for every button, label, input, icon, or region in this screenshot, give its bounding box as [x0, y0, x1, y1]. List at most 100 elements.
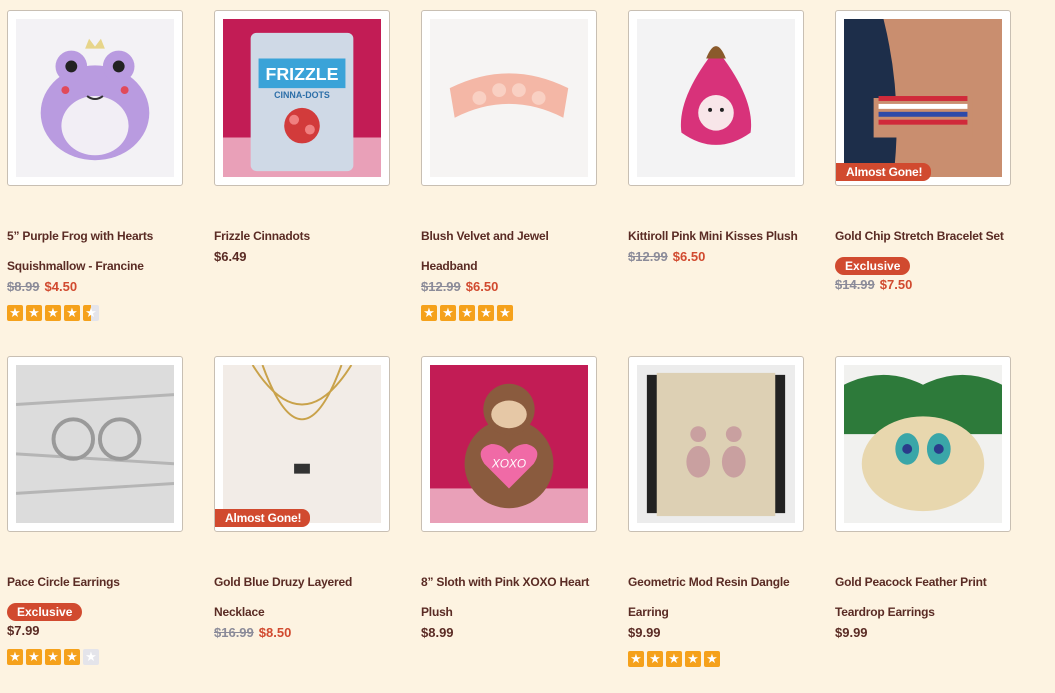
price: $9.99: [628, 625, 661, 640]
product-image: XOXO: [430, 365, 588, 523]
price-row: $7.99: [7, 623, 187, 639]
product-grid: 5” Purple Frog with Hearts Squishmallow …: [0, 0, 1055, 693]
product-image: [844, 365, 1002, 523]
product-card: Almost Gone! Gold Chip Stretch Bracelet …: [835, 10, 1015, 293]
product-title-line[interactable]: Teardrop Earrings: [835, 597, 1015, 627]
price: $6.49: [214, 249, 247, 264]
product-card: Geometric Mod Resin Dangle Earring $9.99…: [628, 356, 808, 667]
price-row: $8.99 $4.50: [7, 279, 187, 295]
empty-star-icon: ★: [83, 649, 99, 665]
star-icon: ★: [497, 305, 513, 321]
price: $7.99: [7, 623, 40, 638]
original-price: $8.99: [7, 279, 40, 294]
product-title-line[interactable]: Pace Circle Earrings: [7, 567, 187, 597]
price-row: $14.99 $7.50: [835, 277, 1015, 293]
product-image-link[interactable]: [835, 356, 1011, 532]
star-icon: ★: [45, 305, 61, 321]
product-card: Pace Circle Earrings Exclusive $7.99 ★ ★…: [7, 356, 187, 665]
product-image: [637, 19, 795, 177]
sale-price: $6.50: [465, 279, 499, 294]
sale-price: $7.50: [879, 277, 913, 292]
product-title-line[interactable]: Blush Velvet and Jewel: [421, 221, 601, 251]
product-title-line[interactable]: Headband: [421, 251, 601, 281]
price-row: $12.99 $6.50: [421, 279, 601, 295]
product-card: Gold Peacock Feather Print Teardrop Earr…: [835, 356, 1015, 641]
star-icon: ★: [685, 651, 701, 667]
star-rating: ★ ★ ★ ★ ★: [7, 649, 187, 665]
star-icon: ★: [628, 651, 644, 667]
price-row: $12.99 $6.50: [628, 249, 808, 265]
original-price: $14.99: [835, 277, 875, 292]
product-image-link[interactable]: [628, 10, 804, 186]
product-image-link[interactable]: Almost Gone!: [214, 356, 390, 532]
product-title-line[interactable]: Necklace: [214, 597, 394, 627]
package-sublabel: CINNA-DOTS: [274, 90, 330, 100]
price: $9.99: [835, 625, 868, 640]
price-row: $6.49: [214, 249, 394, 265]
almost-gone-badge: Almost Gone!: [836, 163, 932, 181]
star-icon: ★: [7, 305, 23, 321]
star-rating: ★ ★ ★ ★ ★: [421, 305, 601, 321]
product-title-line[interactable]: Plush: [421, 597, 601, 627]
product-image-link[interactable]: [7, 10, 183, 186]
product-card: FRIZZLE CINNA-DOTS Frizzle Cinnadots $6.…: [214, 10, 394, 265]
exclusive-badge: Exclusive: [835, 257, 911, 275]
product-image-link[interactable]: [628, 356, 804, 532]
star-icon: ★: [64, 305, 80, 321]
product-card: 5” Purple Frog with Hearts Squishmallow …: [7, 10, 187, 321]
star-icon: ★: [478, 305, 494, 321]
product-title-line[interactable]: Geometric Mod Resin Dangle: [628, 567, 808, 597]
product-title-line[interactable]: Gold Chip Stretch Bracelet Set: [835, 221, 1015, 251]
product-title-line[interactable]: 8” Sloth with Pink XOXO Heart: [421, 567, 601, 597]
star-icon: ★: [647, 651, 663, 667]
star-icon: ★: [7, 649, 23, 665]
product-image-link[interactable]: [421, 10, 597, 186]
product-image: [844, 19, 1002, 177]
product-title-line[interactable]: Earring: [628, 597, 808, 627]
product-card: Kittiroll Pink Mini Kisses Plush $12.99 $…: [628, 10, 808, 265]
star-icon: ★: [440, 305, 456, 321]
product-title-line[interactable]: Frizzle Cinnadots: [214, 221, 394, 251]
product-image: [223, 365, 381, 523]
product-image: [430, 19, 588, 177]
exclusive-badge: Exclusive: [7, 603, 83, 621]
product-title-line[interactable]: Squishmallow - Francine: [7, 251, 187, 281]
star-icon: ★: [421, 305, 437, 321]
star-icon: ★: [64, 649, 80, 665]
product-image-link[interactable]: XOXO: [421, 356, 597, 532]
star-icon: ★: [45, 649, 61, 665]
product-image: [16, 365, 174, 523]
product-image: FRIZZLE CINNA-DOTS: [223, 19, 381, 177]
price-row: $9.99: [835, 625, 1015, 641]
star-rating: ★ ★ ★ ★ ★: [7, 305, 187, 321]
original-price: $12.99: [628, 249, 668, 264]
sale-price: $8.50: [258, 625, 292, 640]
product-title-line[interactable]: Gold Blue Druzy Layered: [214, 567, 394, 597]
star-rating: ★ ★ ★ ★ ★: [628, 651, 808, 667]
product-title-line[interactable]: Kittiroll Pink Mini Kisses Plush: [628, 221, 808, 251]
sale-price: $4.50: [44, 279, 78, 294]
product-title-line[interactable]: Gold Peacock Feather Print: [835, 567, 1015, 597]
product-card: Blush Velvet and Jewel Headband $12.99 $6…: [421, 10, 601, 321]
star-icon: ★: [666, 651, 682, 667]
sale-price: $6.50: [672, 249, 706, 264]
half-star-icon: ★: [83, 305, 99, 321]
product-card: XOXO 8” Sloth with Pink XOXO Heart Plush…: [421, 356, 601, 641]
product-card: Almost Gone! Gold Blue Druzy Layered Nec…: [214, 356, 394, 641]
product-image-link[interactable]: Almost Gone!: [835, 10, 1011, 186]
star-icon: ★: [459, 305, 475, 321]
product-image-link[interactable]: [7, 356, 183, 532]
original-price: $16.99: [214, 625, 254, 640]
product-title-line[interactable]: 5” Purple Frog with Hearts: [7, 221, 187, 251]
price-row: $8.99: [421, 625, 601, 641]
almost-gone-badge: Almost Gone!: [215, 509, 311, 527]
star-icon: ★: [704, 651, 720, 667]
product-image: [637, 365, 795, 523]
product-image-link[interactable]: FRIZZLE CINNA-DOTS: [214, 10, 390, 186]
price-row: $16.99 $8.50: [214, 625, 394, 641]
star-icon: ★: [26, 305, 42, 321]
price-row: $9.99: [628, 625, 808, 641]
original-price: $12.99: [421, 279, 461, 294]
product-image: [16, 19, 174, 177]
star-icon: ★: [26, 649, 42, 665]
